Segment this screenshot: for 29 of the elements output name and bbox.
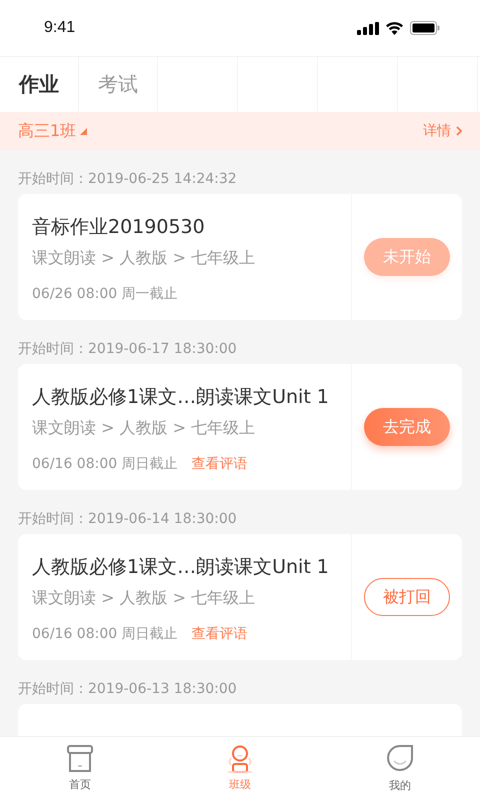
assignment-title: 人教版必修1课文…朗读课文Unit 1 [32, 385, 330, 410]
deadline-text: 06/16 08:00 周日截止 [32, 455, 178, 473]
deadline-text: 06/16 08:00 周日截止 [32, 625, 178, 643]
box-icon [66, 745, 94, 773]
status-time: 9:41 [44, 19, 76, 37]
signal-icon [357, 22, 379, 34]
assignment-path: 课文朗读 > 人教版 > 七年级上 [32, 248, 256, 269]
wifi-icon [385, 21, 404, 35]
complete-button[interactable]: 去完成 [364, 408, 450, 446]
deadline-text: 06/26 08:00 周一截止 [32, 285, 178, 303]
view-comments-link[interactable]: 查看评语 [192, 455, 248, 473]
assignment-path: 课文朗读 > 人教版 > 七年级上 [32, 588, 256, 609]
dropdown-triangle-icon [80, 128, 88, 134]
assignment-title: 音标作业20190530 [32, 215, 206, 240]
drop-icon [385, 744, 415, 774]
battery-icon [410, 21, 440, 35]
status-button[interactable]: 未开始 [364, 238, 450, 276]
returned-button[interactable]: 被打回 [364, 578, 450, 616]
view-comments-link[interactable]: 查看评语 [192, 625, 248, 643]
start-time: 开始时间：2019-06-14 18:30:00 [18, 510, 238, 529]
details-link[interactable]: 详情 [423, 122, 462, 140]
start-time: 开始时间：2019-06-17 18:30:00 [18, 340, 238, 359]
start-time: 开始时间：2019-06-13 18:30:00 [18, 680, 238, 699]
person-icon [225, 745, 255, 773]
chevron-right-icon [456, 126, 462, 136]
assignment-title: 人教版必修1课文…朗读课文Unit 1 [32, 555, 330, 580]
start-time: 开始时间：2019-06-25 14:24:32 [18, 170, 238, 189]
class-selector[interactable]: 高三1班 [18, 120, 88, 142]
assignment-path: 课文朗读 > 人教版 > 七年级上 [32, 418, 256, 439]
